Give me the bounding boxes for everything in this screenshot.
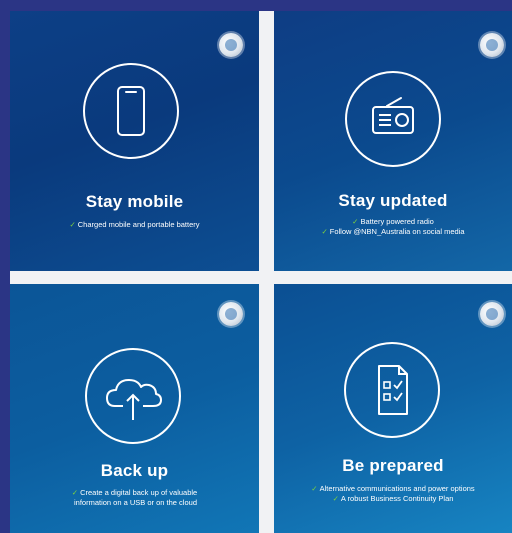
checklist-item: ✓ Follow @NBN_Australia on social media — [321, 227, 465, 236]
tile-be-prepared: Be prepared ✓ Alternative communications … — [274, 284, 512, 533]
mobile-phone-icon — [83, 63, 179, 159]
checklist-item: ✓ Charged mobile and portable battery — [69, 220, 200, 229]
checklist-item: information on a USB or on the cloud — [74, 498, 197, 507]
tile-checklist: ✓ Create a digital back up of valuable in… — [10, 488, 259, 508]
tile-title: Stay mobile — [85, 192, 184, 211]
nbn-australia-badge-icon — [480, 33, 504, 57]
tile-checklist: ✓ Alternative communications and power op… — [274, 484, 512, 504]
tile-back-up: Back up ✓ Create a digital back up of val… — [10, 284, 259, 533]
tile-title: Back up — [100, 461, 169, 480]
nbn-australia-badge-icon — [219, 302, 243, 326]
checklist-item: ✓ Create a digital back up of valuable — [71, 488, 198, 497]
nbn-australia-badge-icon — [219, 33, 243, 57]
radio-icon — [345, 71, 441, 167]
check-icon: ✓ — [332, 494, 339, 503]
tile-title: Stay updated — [338, 191, 448, 210]
checklist-item: ✓ Battery powered radio — [352, 217, 434, 226]
tile-stay-updated: Stay updated ✓ Battery powered radio ✓ Fol… — [274, 11, 512, 271]
check-icon: ✓ — [321, 227, 328, 236]
frame-left — [0, 0, 10, 533]
tile-checklist: ✓ Charged mobile and portable battery — [10, 220, 259, 230]
check-icon: ✓ — [69, 220, 76, 229]
checklist-document-icon — [344, 342, 440, 438]
check-icon: ✓ — [311, 484, 318, 493]
cloud-upload-icon — [85, 348, 181, 444]
check-icon: ✓ — [71, 488, 79, 497]
grid-divider-horizontal — [10, 271, 512, 284]
checklist-item: ✓ Alternative communications and power op… — [311, 484, 475, 493]
tile-checklist: ✓ Battery powered radio ✓ Follow @NBN_Aust… — [274, 217, 512, 237]
nbn-australia-badge-icon — [480, 302, 504, 326]
checklist-item: ✓ A robust Business Continuity Plan — [332, 494, 454, 503]
tile-title: Be prepared — [342, 456, 444, 475]
tile-stay-mobile: Stay mobile ✓ Charged mobile and portable… — [10, 11, 259, 271]
check-icon: ✓ — [352, 217, 359, 226]
frame-top — [0, 0, 512, 11]
